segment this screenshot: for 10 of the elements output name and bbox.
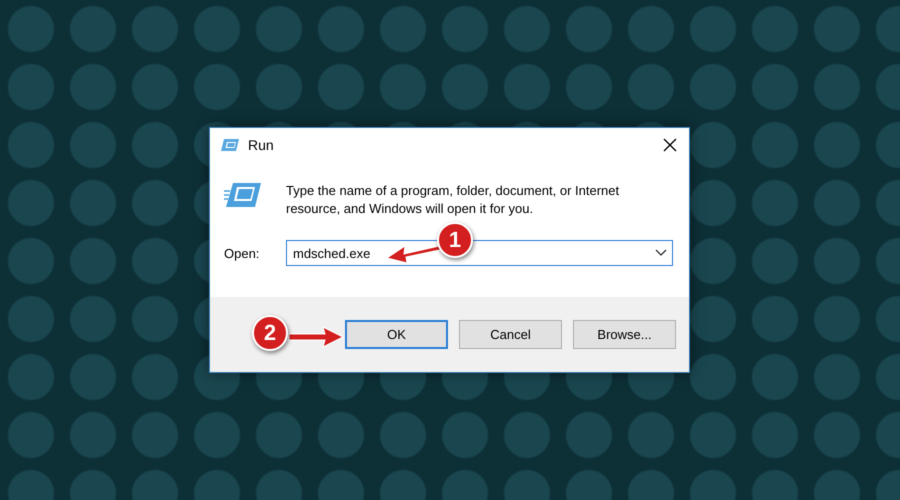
run-icon — [224, 182, 262, 208]
dropdown-caret-icon[interactable] — [655, 249, 667, 257]
dialog-button[interactable]: Browse... — [573, 320, 676, 349]
description-text: Type the name of a program, folder, document, or Internet resource, and Windows will open it for you. — [286, 182, 620, 218]
pointer-arrow — [288, 326, 344, 348]
dialog-button[interactable]: OK — [345, 320, 448, 349]
run-app-icon — [220, 138, 240, 152]
dialog-button[interactable]: Cancel — [459, 320, 562, 349]
open-label: Open: — [224, 246, 260, 260]
window-title: Run — [248, 137, 275, 153]
